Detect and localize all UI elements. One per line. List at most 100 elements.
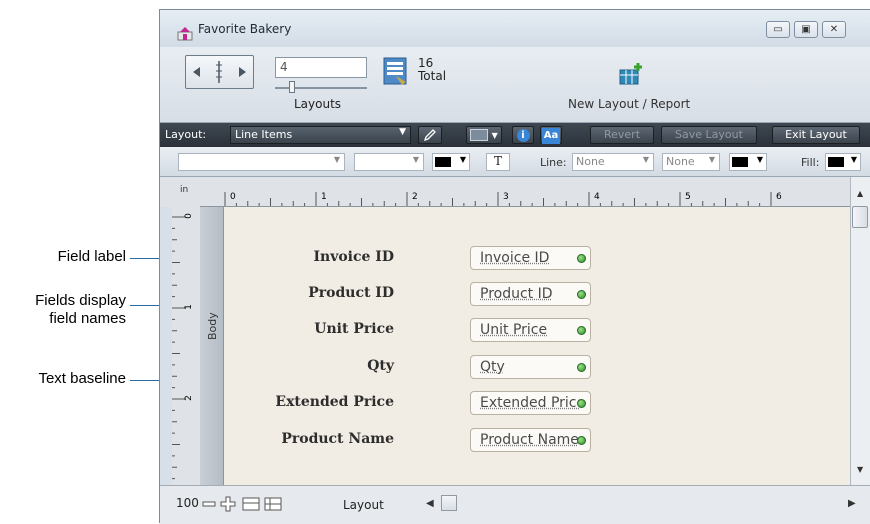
body-part-tab[interactable] (200, 207, 224, 485)
field-label-unit-price[interactable]: Unit Price (224, 321, 394, 337)
line-style-select[interactable]: None ▼ (572, 153, 654, 171)
horizontal-ruler[interactable]: 0 1 2 3 4 5 6 (200, 177, 850, 207)
text-color-swatch[interactable]: ▼ (432, 153, 470, 171)
field-badge-icon (577, 363, 586, 372)
inspector-button[interactable]: i (512, 126, 534, 144)
field-label-extended-price[interactable]: Extended Price (224, 394, 394, 410)
field-qty[interactable]: Qty (470, 355, 591, 379)
field-name-text: Extended Price (480, 395, 580, 411)
field-product-id[interactable]: Product ID (470, 282, 591, 306)
field-badge-icon (577, 326, 586, 335)
font-select[interactable]: ▼ (178, 153, 345, 171)
mode-popup[interactable]: Layout (343, 498, 384, 512)
layout-select-value: Line Items (235, 128, 292, 141)
ruler-tick-label: 5 (685, 192, 691, 202)
exit-layout-button[interactable]: Exit Layout (772, 126, 860, 144)
ruler-tick-label: 3 (503, 192, 509, 202)
vertical-ruler[interactable]: 0 1 2 (172, 207, 200, 485)
field-label-product-name[interactable]: Product Name (224, 431, 394, 447)
field-invoice-id[interactable]: Invoice ID (470, 246, 591, 270)
text-format-button[interactable]: T (486, 153, 510, 171)
zoom-in-icon[interactable] (220, 496, 236, 512)
ruler-tick-label: 6 (776, 192, 782, 202)
ruler-tick-label: 1 (321, 192, 327, 202)
chevron-down-icon: ▼ (709, 155, 715, 164)
ruler-tick-label: 0 (230, 192, 236, 202)
fill-color-swatch[interactable]: ▼ (825, 153, 861, 171)
field-unit-price[interactable]: Unit Price (470, 318, 591, 342)
vertical-scroll-thumb[interactable] (852, 206, 868, 228)
line-style-value: None (576, 155, 605, 168)
title-bar: Favorite Bakery ▭ ▣ ✕ (160, 10, 870, 47)
vertical-ruler-ticks (172, 207, 200, 485)
window-title: Favorite Bakery (198, 22, 291, 36)
field-label-invoice-id[interactable]: Invoice ID (224, 249, 394, 265)
record-number-input[interactable]: 4 (275, 57, 367, 78)
line-color-chip (732, 157, 748, 167)
ruler-unit: in (180, 185, 188, 195)
field-name-text: Unit Price (480, 322, 580, 338)
minimize-button[interactable]: ▭ (766, 21, 790, 38)
chevron-down-icon: ▼ (757, 155, 763, 164)
chevron-down-icon: ▼ (643, 155, 649, 164)
zoom-level[interactable]: 100 (176, 496, 199, 510)
format-bar: ▼ ▼ ▼ T Line: None ▼ None ▼ ▼ Fill: ▼ (160, 147, 870, 177)
chevron-down-icon: ▼ (460, 155, 466, 164)
callout-fields-display-line1: Fields display (0, 292, 126, 310)
zoom-out-icon[interactable] (202, 497, 216, 511)
info-icon: i (517, 129, 530, 142)
total-layouts-label: Total (418, 70, 446, 83)
layout-canvas[interactable]: Invoice ID Invoice ID Product ID Product… (224, 207, 850, 485)
layout-label: Layout: (165, 128, 206, 141)
total-layouts: 16 Total (418, 57, 446, 83)
scroll-right-icon[interactable]: ▶ (848, 498, 856, 509)
line-width-value: None (666, 155, 695, 168)
callout-text-baseline: Text baseline (20, 370, 126, 388)
body-part-label: Body (206, 312, 219, 340)
line-label: Line: (540, 156, 567, 169)
scroll-down-icon[interactable]: ▼ (857, 465, 863, 474)
fill-color-chip (828, 157, 844, 167)
theme-icon (470, 129, 488, 141)
ruler-corner: in (160, 177, 200, 207)
fields-button[interactable]: Aa (540, 126, 562, 144)
pencil-icon (423, 128, 437, 142)
horizontal-scroll-thumb[interactable] (441, 495, 457, 511)
new-layout-report-button[interactable]: New Layout / Report (568, 97, 690, 111)
scroll-up-icon[interactable]: ▲ (857, 189, 863, 198)
toggle-formatting-bar-icon[interactable] (264, 496, 282, 512)
layout-select[interactable]: Line Items ▼ (230, 126, 411, 144)
manage-layouts-button[interactable] (418, 126, 442, 144)
field-badge-icon (577, 436, 586, 445)
layout-list-icon (382, 56, 408, 86)
revert-button[interactable]: Revert (590, 126, 654, 144)
field-label-product-id[interactable]: Product ID (224, 285, 394, 301)
field-name-text: Product Name (480, 432, 580, 448)
theme-picker-button[interactable]: ▼ (466, 126, 502, 144)
line-width-select[interactable]: None ▼ (662, 153, 720, 171)
save-layout-button[interactable]: Save Layout (661, 126, 757, 144)
book-navigator[interactable] (185, 55, 254, 89)
status-toolbar: 4 Layouts 16 Total New Layout / Report (160, 47, 870, 123)
maximize-button[interactable]: ▣ (794, 21, 818, 38)
toggle-status-toolbar-icon[interactable] (242, 496, 260, 512)
field-label-qty[interactable]: Qty (224, 358, 394, 374)
font-size-select[interactable]: ▼ (354, 153, 424, 171)
line-color-swatch[interactable]: ▼ (729, 153, 767, 171)
new-layout-icon[interactable] (618, 62, 644, 86)
ruler-tick-label: 2 (184, 395, 194, 401)
book-icon (186, 56, 253, 88)
field-badge-icon (577, 254, 586, 263)
chevron-down-icon: ▼ (413, 155, 419, 164)
scroll-left-icon[interactable]: ◀ (426, 498, 434, 509)
chevron-down-icon: ▼ (851, 155, 857, 164)
close-button[interactable]: ✕ (822, 21, 846, 38)
record-slider-thumb[interactable] (289, 81, 295, 93)
field-product-name[interactable]: Product Name (470, 428, 591, 452)
callout-fields-display: Fields display field names (0, 292, 126, 328)
chevron-down-icon: ▼ (334, 155, 340, 164)
ruler-tick-label: 0 (184, 213, 194, 219)
ruler-ticks (200, 177, 850, 207)
field-extended-price[interactable]: Extended Price (470, 391, 591, 415)
font-aa-icon: Aa (542, 128, 561, 144)
